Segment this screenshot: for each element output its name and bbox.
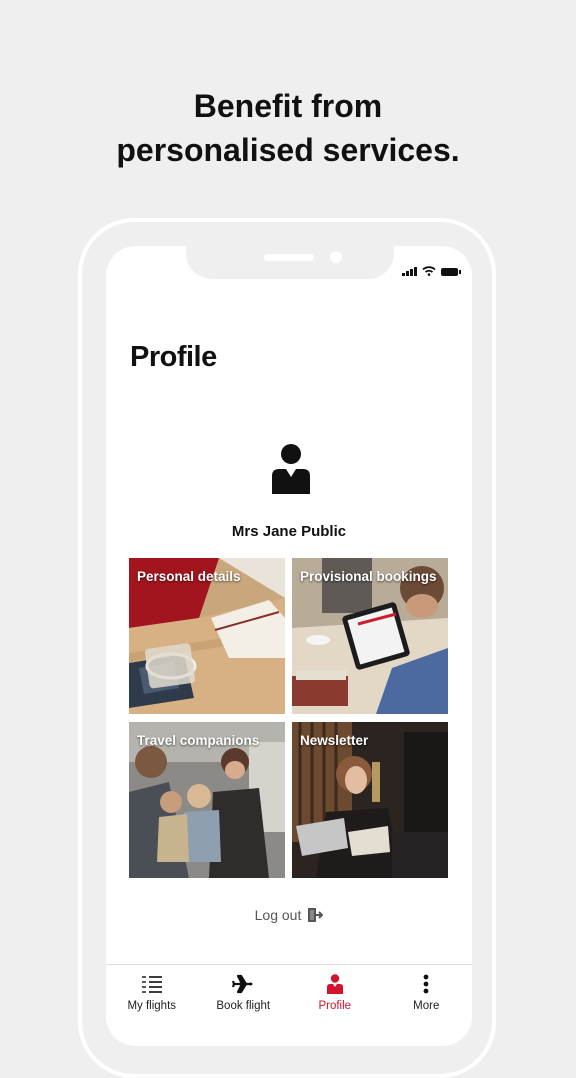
airplane-icon xyxy=(232,974,254,994)
tile-label: Travel companions xyxy=(137,733,260,748)
logout-button[interactable]: Log out xyxy=(106,907,472,923)
tab-label: Book flight xyxy=(216,1000,271,1012)
tile-travel-companions[interactable]: Travel companions xyxy=(129,722,285,878)
wifi-icon xyxy=(422,266,436,276)
signal-icon xyxy=(402,267,417,276)
tab-more[interactable]: More xyxy=(381,965,473,1046)
person-icon xyxy=(272,444,310,494)
battery-icon xyxy=(441,268,461,276)
tile-personal-details[interactable]: Personal details xyxy=(129,558,285,714)
tile-provisional-bookings[interactable]: Provisional bookings xyxy=(292,558,448,714)
tab-my-flights[interactable]: My flights xyxy=(106,965,198,1046)
user-name: Mrs Jane Public xyxy=(231,523,347,540)
person-icon xyxy=(326,974,343,994)
status-bar xyxy=(402,266,461,276)
tab-bar: My flights Book flight Profile More xyxy=(106,964,472,1046)
page-title: Profile xyxy=(130,341,217,373)
tab-label: More xyxy=(413,1000,440,1012)
tab-profile[interactable]: Profile xyxy=(289,965,381,1046)
tab-label: Profile xyxy=(318,1000,352,1012)
tab-book-flight[interactable]: Book flight xyxy=(198,965,290,1046)
tab-label: My flights xyxy=(127,1000,177,1012)
tile-label: Provisional bookings xyxy=(300,569,437,584)
logout-label: Log out xyxy=(254,907,302,923)
speaker xyxy=(264,254,314,261)
headline-line-2: personalised services. xyxy=(116,132,460,168)
phone-notch xyxy=(186,246,394,279)
tile-label: Personal details xyxy=(137,569,241,584)
headline: Benefit from personalised services. xyxy=(0,84,576,172)
camera xyxy=(330,251,342,263)
headline-line-1: Benefit from xyxy=(193,88,383,124)
tile-label: Newsletter xyxy=(300,733,369,748)
more-vertical-icon xyxy=(423,974,429,994)
tile-newsletter[interactable]: Newsletter xyxy=(292,722,448,878)
list-icon xyxy=(141,976,162,993)
logout-icon xyxy=(308,908,324,922)
phone-screen: Profile Mrs Jane Public Personal details xyxy=(106,246,472,1046)
